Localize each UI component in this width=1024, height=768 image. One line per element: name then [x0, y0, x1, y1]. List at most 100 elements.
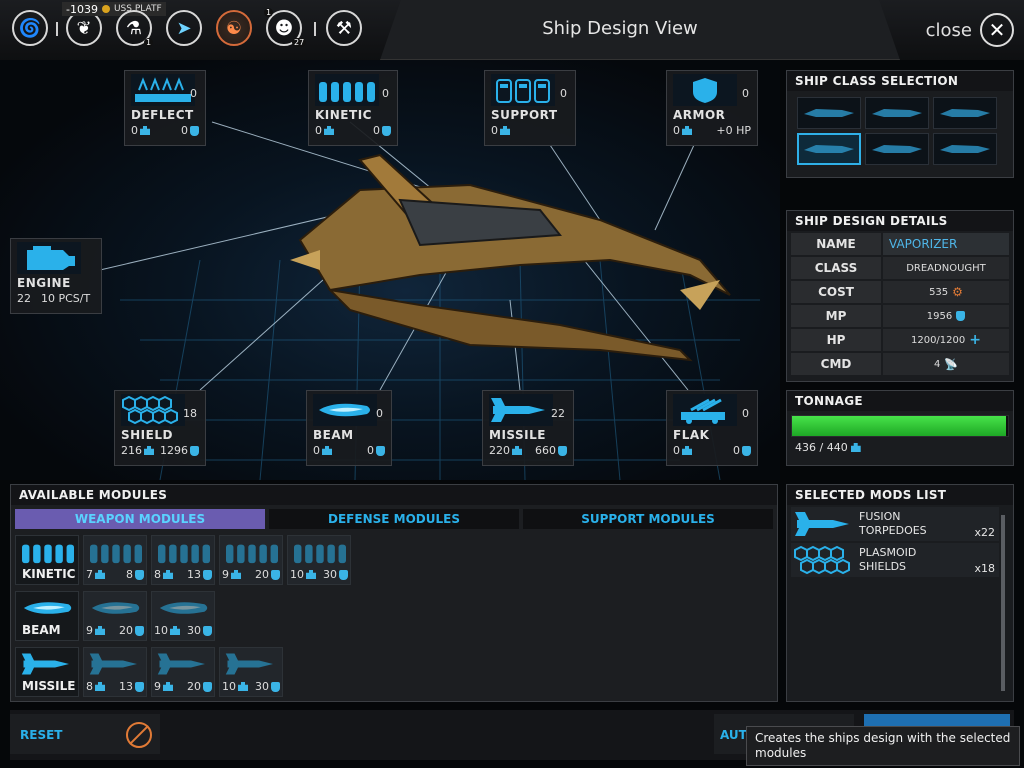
fist-icon	[271, 681, 280, 692]
tools-settings-icon[interactable]: ⚒	[326, 10, 362, 46]
panel-title: SELECTED MODS LIST	[787, 485, 1013, 505]
module-option[interactable]: 8 13	[151, 535, 215, 585]
detail-row-name: NAME VAPORIZER	[791, 233, 1009, 255]
module-option[interactable]: 78	[83, 535, 147, 585]
slot-deflect[interactable]: 0 DEFLECT 0 0	[124, 70, 206, 146]
ship-class-option[interactable]	[797, 97, 861, 129]
close-button[interactable]: close ✕	[926, 12, 1014, 48]
weight-icon	[231, 570, 241, 579]
slot-beam[interactable]: 0 BEAM 0 0	[306, 390, 392, 466]
coin-icon	[101, 5, 110, 13]
ship-name-input[interactable]: VAPORIZER	[883, 233, 1009, 255]
shield-force: 1296	[160, 444, 188, 457]
hex-shield-icon	[793, 545, 857, 575]
close-icon[interactable]: ✕	[980, 13, 1014, 47]
module-missile-header[interactable]: MISSILE	[15, 647, 79, 697]
weight-icon	[170, 626, 180, 635]
hex-shield-icon	[121, 394, 185, 426]
slot-engine[interactable]: ENGINE 22 10 PCS/T	[10, 238, 102, 314]
slot-armor[interactable]: 0 ARMOR 0 +0 HP	[666, 70, 758, 146]
module-option[interactable]: 9 20	[219, 535, 283, 585]
slot-support[interactable]: 0 SUPPORT 0	[484, 70, 576, 146]
module-row-missile: MISSILE 8 13 9 20 10 30	[15, 647, 283, 697]
module-force: 20	[187, 680, 201, 693]
tonnage-fill	[792, 416, 1007, 436]
ship-silhouette-icon	[804, 109, 854, 117]
available-modules-panel: AVAILABLE MODULES WEAPON MODULES DEFENSE…	[10, 484, 778, 702]
create-tooltip: Creates the ships design with the select…	[746, 726, 1020, 766]
class-value: DREADNOUGHT	[883, 257, 1009, 279]
armor-weight: 0	[673, 124, 680, 137]
module-kinetic-header[interactable]: KINETIC	[15, 535, 79, 585]
module-option[interactable]: 10 30	[219, 647, 283, 697]
kinetic-icon	[224, 538, 280, 566]
module-weight: 10	[222, 680, 236, 693]
reset-label: RESET	[20, 728, 63, 742]
weight-icon	[306, 570, 316, 579]
module-option[interactable]: 10 30	[287, 535, 351, 585]
slot-kinetic[interactable]: 0 KINETIC 0 0	[308, 70, 398, 146]
ship-design-icon[interactable]: ➤	[166, 10, 202, 46]
beam-force: 0	[367, 444, 374, 457]
ship-class-option[interactable]	[933, 97, 997, 129]
ship-class-grid	[787, 91, 1013, 171]
selected-mod-item[interactable]: FUSION TORPEDOES x22	[791, 507, 999, 541]
screen-title: Ship Design View	[542, 18, 698, 39]
slot-flak[interactable]: 0 FLAK 0 0	[666, 390, 758, 466]
diplomacy-handshake-icon[interactable]: ☯	[216, 10, 252, 46]
module-force: 20	[119, 624, 133, 637]
module-option[interactable]: 8 13	[83, 647, 147, 697]
ship-class-option[interactable]	[797, 133, 861, 165]
fist-icon	[742, 445, 751, 456]
missile-icon	[20, 650, 76, 678]
credits-readout: -1039 USS PLATF	[62, 2, 166, 16]
engine-block-icon	[17, 242, 81, 274]
selected-mod-qty: x22	[974, 526, 995, 539]
ship-class-option[interactable]	[865, 133, 929, 165]
slot-shield[interactable]: 18 SHIELD 216 1296	[114, 390, 206, 466]
ship-class-option[interactable]	[865, 97, 929, 129]
kinetic-count: 0	[382, 87, 389, 100]
module-force: 30	[187, 624, 201, 637]
selected-mod-item[interactable]: PLASMOID SHIELDS x18	[791, 543, 999, 577]
module-beam-header[interactable]: BEAM	[15, 591, 79, 641]
slot-name: SUPPORT	[491, 108, 558, 122]
fist-icon	[135, 681, 144, 692]
detail-label: CMD	[791, 353, 881, 375]
module-weight: 8	[154, 568, 161, 581]
module-option[interactable]: 10 30	[151, 591, 215, 641]
module-force: 8	[126, 568, 133, 581]
selected-mod-name: FUSION TORPEDOES	[859, 510, 927, 537]
galaxy-icon[interactable]: 🌀	[12, 10, 48, 46]
detail-label: COST	[791, 281, 881, 303]
reset-button[interactable]: RESET	[10, 714, 160, 754]
selected-list-scrollbar[interactable]	[1001, 515, 1005, 691]
ship-class-option[interactable]	[933, 133, 997, 165]
divider	[314, 22, 316, 36]
tab-weapon-modules[interactable]: WEAPON MODULES	[15, 509, 265, 529]
tab-defense-modules[interactable]: DEFENSE MODULES	[269, 509, 519, 529]
slot-name: ARMOR	[673, 108, 726, 122]
ship-viewport[interactable]: 0 DEFLECT 0 0 0 KINETIC 0 0 0 SUPPORT 0	[0, 60, 780, 480]
module-category-label: MISSILE	[22, 679, 76, 693]
ship-model[interactable]	[290, 153, 731, 362]
missile-count: 22	[551, 407, 565, 420]
tonnage-bar	[791, 415, 1009, 437]
slot-name: KINETIC	[315, 108, 372, 122]
module-option[interactable]: 9 20	[83, 591, 147, 641]
armor-hp: +0 HP	[716, 124, 751, 137]
module-weight: 10	[290, 568, 304, 581]
flak-launcher-icon	[673, 394, 737, 426]
tab-support-modules[interactable]: SUPPORT MODULES	[523, 509, 773, 529]
missile-icon	[793, 509, 857, 539]
tonnage-panel: TONNAGE 436 / 440	[786, 390, 1014, 466]
beam-weight: 0	[313, 444, 320, 457]
selected-mod-name: PLASMOID SHIELDS	[859, 546, 917, 573]
slot-missile[interactable]: 22 MISSILE 220 660	[482, 390, 574, 466]
weight-icon	[140, 126, 150, 135]
fist-icon	[382, 125, 391, 136]
weight-icon	[682, 446, 692, 455]
hp-value: 1200/1200	[910, 334, 966, 346]
module-option[interactable]: 9 20	[151, 647, 215, 697]
detail-label: MP	[791, 305, 881, 327]
